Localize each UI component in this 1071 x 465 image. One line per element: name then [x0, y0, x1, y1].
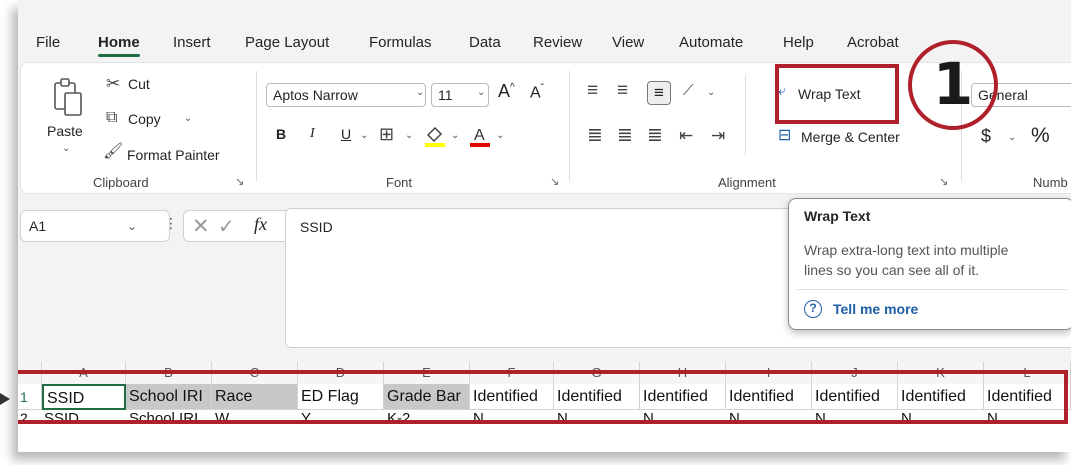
- paste-dropdown-icon[interactable]: ⌄: [62, 143, 70, 154]
- merge-center-icon: ⊟: [778, 127, 792, 144]
- fill-color-icon[interactable]: [423, 123, 447, 149]
- decrease-font-size-icon[interactable]: Aˇ: [530, 83, 544, 102]
- bold-button[interactable]: B: [276, 126, 286, 142]
- insert-function-button[interactable]: fx: [254, 214, 267, 235]
- svg-text:A: A: [474, 127, 485, 144]
- font-name-value: Aptos Narrow: [273, 87, 358, 103]
- percent-button[interactable]: %: [1031, 124, 1050, 148]
- alignment-group-label: Alignment: [718, 175, 776, 190]
- name-box[interactable]: A1 ⌄: [20, 210, 170, 242]
- cancel-icon[interactable]: ✕: [192, 214, 210, 239]
- format-painter-icon: 🖌: [103, 143, 124, 160]
- cut-button[interactable]: Cut: [128, 76, 150, 92]
- increase-font-size-icon[interactable]: A^: [498, 81, 515, 102]
- tab-home[interactable]: Home: [98, 34, 140, 57]
- borders-dropdown-icon[interactable]: ⌄: [405, 130, 413, 141]
- tab-view[interactable]: View: [612, 34, 644, 51]
- tooltip-title: Wrap Text: [804, 208, 871, 224]
- tab-data[interactable]: Data: [469, 34, 501, 51]
- currency-dropdown-icon[interactable]: ⌄: [1008, 132, 1016, 143]
- font-group-label: Font: [386, 175, 413, 190]
- fill-color-dropdown-icon[interactable]: ⌄: [451, 130, 459, 141]
- orientation-dropdown-icon[interactable]: ⌄: [707, 87, 715, 98]
- tab-file[interactable]: File: [36, 34, 60, 51]
- copy-icon: ⧉: [106, 109, 118, 126]
- font-size-dropdown-icon[interactable]: ⌄: [477, 87, 485, 98]
- currency-button[interactable]: $: [981, 126, 991, 147]
- separator: [569, 71, 570, 181]
- menu-bar: File Home Insert Page Layout Formulas Da…: [18, 28, 1071, 62]
- tab-help[interactable]: Help: [783, 34, 814, 51]
- clipboard-launcher-icon[interactable]: ↘: [235, 175, 244, 188]
- alignment-launcher-icon[interactable]: ↘: [939, 175, 948, 188]
- separator: [745, 75, 746, 155]
- tab-acrobat[interactable]: Acrobat: [847, 34, 899, 51]
- underline-button[interactable]: U: [341, 126, 351, 142]
- separator: [256, 71, 257, 181]
- name-box-value: A1: [29, 218, 47, 234]
- tooltip-description-line-1: Wrap extra-long text into multiple: [804, 242, 1009, 258]
- help-icon: ?: [804, 300, 822, 318]
- merge-center-button[interactable]: Merge & Center: [801, 129, 900, 145]
- tab-page-layout[interactable]: Page Layout: [245, 34, 329, 51]
- top-align-icon[interactable]: ≡: [587, 81, 598, 100]
- font-color-icon[interactable]: A: [468, 123, 492, 149]
- paste-button[interactable]: Paste: [47, 123, 83, 139]
- name-box-dropdown-icon[interactable]: ⌄: [127, 219, 137, 233]
- tooltip-divider: [797, 289, 1067, 290]
- copy-button[interactable]: Copy: [128, 111, 161, 127]
- middle-align-icon[interactable]: ≡: [617, 81, 628, 100]
- font-name-dropdown-icon[interactable]: ⌄: [416, 87, 424, 98]
- borders-icon[interactable]: ⊞: [379, 125, 394, 143]
- formula-value: SSID: [300, 219, 333, 235]
- tab-automate[interactable]: Automate: [679, 34, 743, 51]
- tooltip-description-line-2: lines so you can see all of it.: [804, 262, 980, 278]
- paste-icon[interactable]: [51, 77, 85, 117]
- copy-dropdown-icon[interactable]: ⌄: [184, 113, 192, 124]
- tab-formulas[interactable]: Formulas: [369, 34, 432, 51]
- font-color-dropdown-icon[interactable]: ⌄: [496, 130, 504, 141]
- align-left-icon[interactable]: ≣: [587, 126, 603, 145]
- tab-review[interactable]: Review: [533, 34, 582, 51]
- row-1-highlight: [18, 370, 1068, 424]
- tell-me-more-link[interactable]: Tell me more: [833, 301, 918, 317]
- wrap-text-highlight: [775, 64, 899, 124]
- row-pointer-icon: [0, 393, 10, 405]
- font-launcher-icon[interactable]: ↘: [550, 175, 559, 188]
- orientation-icon[interactable]: ⟋: [683, 83, 694, 98]
- formula-controls: ✕ ✓ fx: [183, 210, 298, 242]
- bottom-align-icon[interactable]: ≡: [647, 81, 671, 105]
- clipboard-group-label: Clipboard: [93, 175, 149, 190]
- wrap-text-tooltip: Wrap Text Wrap extra-long text into mult…: [788, 198, 1071, 330]
- scissors-icon: ✂: [106, 74, 121, 93]
- tab-insert[interactable]: Insert: [173, 34, 211, 51]
- align-center-icon[interactable]: ≣: [617, 126, 633, 145]
- font-name-combo[interactable]: Aptos Narrow: [266, 83, 426, 107]
- step-marker: 1: [908, 40, 998, 130]
- more-options-icon[interactable]: ⋮: [164, 215, 178, 232]
- italic-button[interactable]: I: [310, 126, 315, 142]
- align-right-icon[interactable]: ≣: [647, 126, 663, 145]
- format-painter-button[interactable]: Format Painter: [127, 147, 220, 163]
- enter-icon[interactable]: ✓: [218, 214, 235, 239]
- increase-indent-icon[interactable]: ⇥: [711, 127, 725, 144]
- underline-dropdown-icon[interactable]: ⌄: [360, 130, 368, 141]
- number-group-label: Numb: [1033, 175, 1068, 190]
- decrease-indent-icon[interactable]: ⇤: [679, 127, 693, 144]
- font-size-value: 11: [438, 87, 453, 103]
